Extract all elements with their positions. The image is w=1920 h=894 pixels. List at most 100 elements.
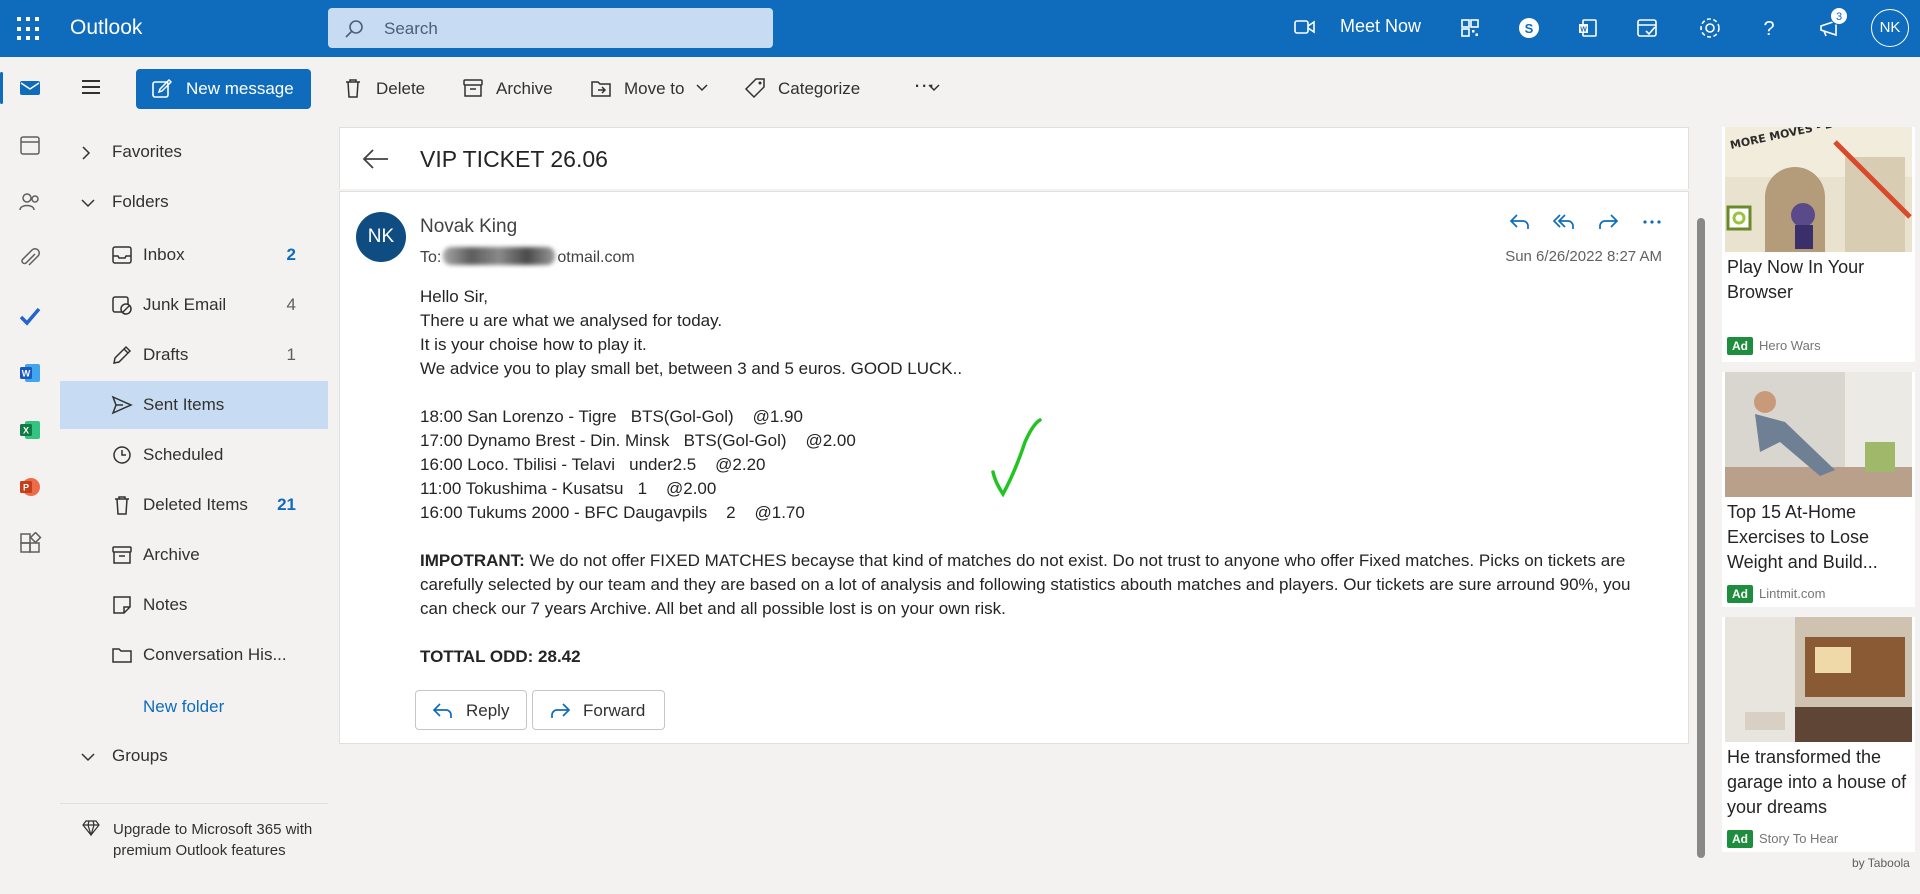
move-to-label: Move to [624,79,685,98]
qr-code-icon[interactable] [1456,14,1484,42]
ad-badge: Ad [1727,585,1753,603]
upgrade-banner[interactable]: Upgrade to Microsoft 365 with premium Ou… [60,803,328,894]
account-avatar[interactable]: NK [1871,9,1909,47]
ad-card[interactable]: He transformed the garage into a house o… [1722,617,1915,852]
message-actions [1508,210,1668,234]
folders-header[interactable]: Folders [60,183,328,223]
my-day-icon[interactable] [1633,14,1661,42]
search-input[interactable]: Search [328,8,773,48]
word-icon[interactable]: W [1574,14,1602,42]
excel-app-icon[interactable]: X [18,418,42,442]
forward-button[interactable]: Forward [532,690,665,730]
ad-image [1725,372,1912,497]
new-message-label: New message [186,79,294,98]
rail-selection-indicator [0,72,3,104]
folder-label: Sent Items [143,395,225,414]
trash-icon [346,79,360,98]
groups-header[interactable]: Groups [60,737,328,777]
to-suffix: otmail.com [557,249,635,266]
todo-icon[interactable] [18,304,42,328]
folder-inbox[interactable]: Inbox 2 [60,231,328,279]
ad-source-name: Story To Hear [1759,831,1839,846]
folder-deleted-items[interactable]: Deleted Items 21 [60,481,328,529]
folder-label: Notes [143,595,188,614]
archive-icon [112,546,132,564]
folder-icon [112,648,132,663]
word-app-icon[interactable]: W [18,361,42,385]
attachment-icon[interactable] [18,247,42,271]
forward-icon [551,703,571,718]
sender-name[interactable]: Novak King [420,216,517,238]
folder-label: Conversation His... [143,645,287,664]
taboola-label[interactable]: by Taboola [1852,856,1910,870]
diamond-icon [82,820,100,836]
redacted-email [443,247,556,265]
to-prefix: To: [420,249,442,266]
reading-pane-scrollbar[interactable] [1697,218,1705,858]
people-icon[interactable] [18,190,42,214]
important-paragraph: IMPOTRANT: We do not offer FIXED MATCHES… [420,549,1650,621]
skype-icon[interactable]: S [1515,14,1543,42]
ad-card[interactable]: Top 15 At-Home Exercises to Lose Weight … [1722,372,1915,607]
app-rail: W X P [0,57,60,894]
more-options-icon[interactable] [1640,210,1664,234]
total-odd: TOTTAL ODD: 28.42 [420,647,581,666]
folder-label: Inbox [143,245,185,264]
folder-sent-items[interactable]: Sent Items [60,381,328,429]
back-arrow-icon[interactable] [362,148,390,170]
new-message-button[interactable]: New message [136,69,311,109]
svg-text:S: S [1525,21,1534,36]
move-folder-icon [591,81,611,97]
app-name[interactable]: Outlook [70,16,142,40]
item-count: 4 [286,295,296,314]
reply-all-icon[interactable] [1552,210,1576,234]
folder-scheduled[interactable]: Scheduled [60,431,328,479]
ad-pane: MORE MOVES - LOWER IQ Play Now In Your B… [1722,127,1920,894]
svg-text:X: X [23,426,29,436]
svg-text:?: ? [1763,18,1774,40]
categorize-button[interactable]: Categorize [744,77,940,101]
folder-drafts[interactable]: Drafts 1 [60,331,328,379]
move-to-button[interactable]: Move to [590,77,720,101]
body-line: There u are what we analysed for today. [420,311,723,330]
reply-icon[interactable] [1508,210,1532,234]
chevron-right-icon [82,146,91,160]
drafts-icon [113,345,132,364]
help-icon[interactable]: ? [1755,14,1783,42]
folder-label: Deleted Items [143,495,248,514]
top-bar: Outlook Search Meet Now S W ? 3 NK [0,0,1920,57]
calendar-icon[interactable] [18,133,42,157]
upgrade-text: Upgrade to Microsoft 365 with premium Ou… [113,821,313,859]
clock-icon [113,446,131,464]
folder-conversation-history[interactable]: Conversation His... [60,631,328,679]
folders-label: Folders [112,192,169,211]
ad-badge: Ad [1727,337,1753,355]
chevron-down-icon [696,84,708,92]
unread-count: 2 [286,245,296,264]
new-folder-link[interactable]: New folder [143,697,224,717]
chevron-down-icon [81,199,95,208]
archive-button[interactable]: Archive [462,77,572,101]
hamburger-menu-icon[interactable] [82,86,100,88]
folder-archive[interactable]: Archive [60,531,328,579]
reply-button[interactable]: Reply [415,690,527,730]
folder-notes[interactable]: Notes [60,581,328,629]
more-apps-icon[interactable] [18,532,42,556]
folder-junk-email[interactable]: Junk Email 4 [60,281,328,329]
ad-card[interactable]: MORE MOVES - LOWER IQ Play Now In Your B… [1722,127,1915,362]
video-icon [1294,20,1315,34]
junk-icon [112,296,132,315]
categorize-label: Categorize [778,79,861,98]
delete-button[interactable]: Delete [342,77,442,101]
forward-icon[interactable] [1596,210,1620,234]
powerpoint-app-icon[interactable]: P [18,475,42,499]
ad-source: Ad Story To Hear [1727,830,1838,848]
ad-source: Ad Hero Wars [1727,337,1821,355]
settings-gear-icon[interactable] [1696,14,1724,42]
item-count: 1 [286,345,296,364]
sender-avatar[interactable]: NK [356,212,406,262]
mail-icon[interactable] [18,76,42,100]
app-launcher-icon[interactable] [17,17,41,41]
more-actions-button[interactable]: ... [914,67,944,92]
favorites-header[interactable]: Favorites [60,133,328,173]
